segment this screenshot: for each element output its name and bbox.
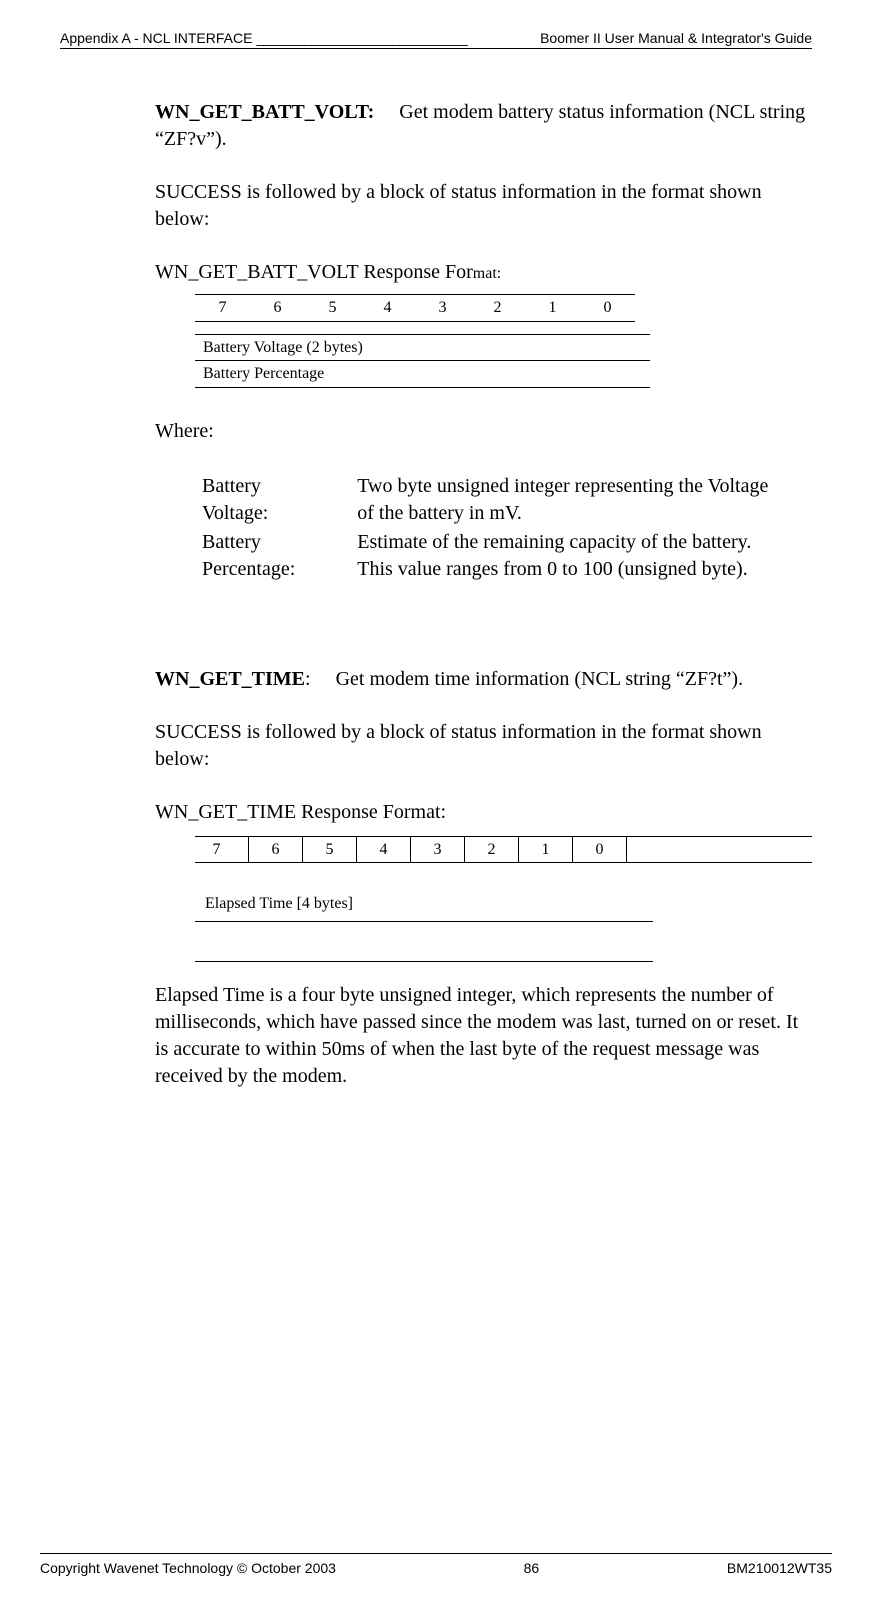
bit-col-7: 7: [195, 295, 250, 322]
bit-col-1: 1: [525, 295, 580, 322]
bit-col-6: 6: [249, 837, 303, 863]
get-time-cmd-desc: Get modem time information (NCL string “…: [336, 668, 744, 690]
bit-col-5: 5: [303, 837, 357, 863]
elapsed-time-row: Elapsed Time [4 bytes]: [195, 863, 653, 922]
get-time-intro: WN_GET_TIME: Get modem time information …: [155, 666, 812, 693]
batt-volt-format-label: WN_GET_BATT_VOLT Response For: [155, 261, 473, 283]
bit-col-2: 2: [465, 837, 519, 863]
bit-col-4: 4: [357, 837, 411, 863]
where-label: Where:: [155, 418, 812, 445]
get-time-bit-row: 7 6 5 4 3 2 1 0: [195, 836, 812, 864]
bit-col-1: 1: [519, 837, 573, 863]
bit-col-6: 6: [250, 295, 305, 322]
table-row: Battery Percentage: [195, 361, 650, 388]
table-row: Battery Voltage (2 bytes): [195, 334, 650, 361]
batt-volt-data-table: Battery Voltage (2 bytes) Battery Percen…: [195, 334, 650, 388]
table-row: Battery Percentage: Estimate of the rema…: [202, 529, 810, 583]
get-time-cmd-colon: :: [305, 668, 311, 690]
field-batt-voltage-desc: Two byte unsigned integer representing t…: [357, 473, 810, 527]
batt-percentage-row: Battery Percentage: [195, 361, 650, 388]
batt-volt-success-text: SUCCESS is followed by a block of status…: [155, 179, 812, 233]
bit-col-3: 3: [415, 295, 470, 322]
footer-page-number: 86: [524, 1560, 540, 1576]
batt-voltage-row: Battery Voltage (2 bytes): [195, 334, 650, 361]
batt-volt-cmd-name: WN_GET_BATT_VOLT:: [155, 101, 374, 123]
header-appendix-label: Appendix A - NCL INTERFACE: [60, 30, 252, 46]
batt-volt-format-label-suffix: mat:: [473, 265, 501, 282]
get-time-format-label: WN_GET_TIME Response Format:: [155, 799, 812, 826]
bit-col-2: 2: [470, 295, 525, 322]
table-row: 7 6 5 4 3 2 1 0: [195, 295, 635, 322]
field-batt-percentage-desc: Estimate of the remaining capacity of th…: [357, 529, 810, 583]
bit-col-3: 3: [411, 837, 465, 863]
bit-col-0: 0: [573, 837, 627, 863]
batt-volt-field-table: Battery Voltage: Two byte unsigned integ…: [200, 471, 812, 585]
batt-volt-intro: WN_GET_BATT_VOLT: Get modem battery stat…: [155, 99, 812, 153]
header-left-container: Appendix A - NCL INTERFACE _____________…: [60, 30, 471, 46]
empty-row: [195, 922, 653, 962]
field-batt-percentage-label: Battery Percentage:: [202, 529, 355, 583]
elapsed-time-explanation: Elapsed Time is a four byte unsigned int…: [155, 982, 812, 1090]
bit-col-7: 7: [195, 837, 249, 863]
page-footer: Copyright Wavenet Technology © October 2…: [40, 1553, 832, 1576]
get-time-cmd-name: WN_GET_TIME: [155, 668, 305, 690]
get-time-success-text: SUCCESS is followed by a block of status…: [155, 719, 812, 773]
table-row: Battery Voltage: Two byte unsigned integ…: [202, 473, 810, 527]
header-separator: _______________________________: [256, 30, 466, 46]
footer-doc-id: BM210012WT35: [727, 1560, 832, 1576]
field-batt-voltage-label: Battery Voltage:: [202, 473, 355, 527]
bit-col-5: 5: [305, 295, 360, 322]
footer-copyright: Copyright Wavenet Technology © October 2…: [40, 1560, 336, 1576]
batt-volt-format-label-row: WN_GET_BATT_VOLT Response Format:: [155, 259, 812, 286]
page-header: Appendix A - NCL INTERFACE _____________…: [60, 30, 812, 49]
bit-col-0: 0: [580, 295, 635, 322]
batt-volt-bit-header-table: 7 6 5 4 3 2 1 0: [195, 294, 635, 322]
get-time-table: 7 6 5 4 3 2 1 0 Elapsed Time [4 bytes]: [195, 836, 812, 962]
bit-col-4: 4: [360, 295, 415, 322]
header-guide-title: Boomer II User Manual & Integrator's Gui…: [540, 30, 812, 46]
